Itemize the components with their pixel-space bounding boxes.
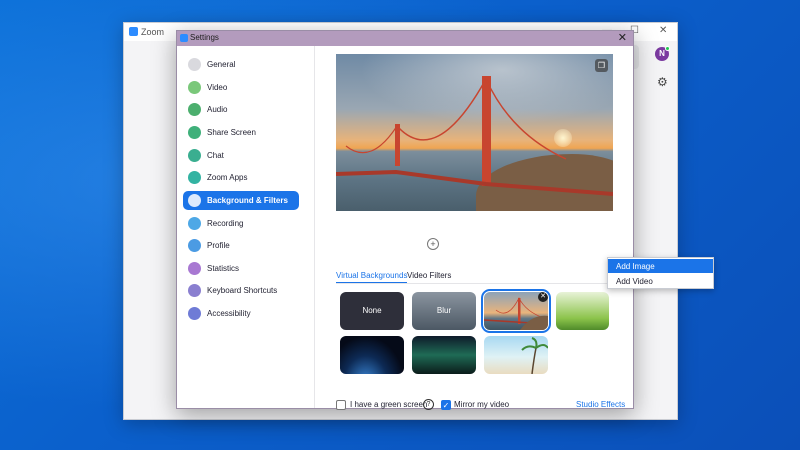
copy-icon[interactable]: ❐ xyxy=(595,59,608,72)
settings-title: Settings xyxy=(190,33,219,42)
sidebar-item-label: Statistics xyxy=(207,264,240,273)
sidebar-item-label: Profile xyxy=(207,241,230,250)
chat-icon xyxy=(188,149,201,162)
zoom-logo-icon xyxy=(180,34,188,42)
background-beach[interactable] xyxy=(484,336,548,374)
statistics-icon xyxy=(188,262,201,275)
video-preview: ❐ xyxy=(336,54,613,211)
sidebar-item-label: Chat xyxy=(207,151,224,160)
background-grass[interactable] xyxy=(556,292,609,330)
accessibility-icon xyxy=(188,307,201,320)
sidebar-item-label: Zoom Apps xyxy=(207,173,248,182)
sidebar-item-recording[interactable]: Recording xyxy=(183,214,299,233)
background-earth[interactable] xyxy=(340,336,404,374)
settings-close-button[interactable]: ✕ xyxy=(618,31,627,46)
gear-icon xyxy=(188,58,201,71)
settings-dialog: Settings ✕ General Video Audio Share Screen… xyxy=(176,30,634,410)
status-dot-icon xyxy=(665,46,670,51)
background-tabs: Virtual Backgrounds Video Filters xyxy=(336,270,613,284)
sidebar-item-background-filters[interactable]: Background & Filters xyxy=(183,191,299,210)
sidebar-item-label: Accessibility xyxy=(207,309,251,318)
bridge-cables xyxy=(336,78,613,196)
menu-item-add-image[interactable]: Add Image xyxy=(608,259,713,273)
sidebar-item-label: Video xyxy=(207,83,228,92)
palm-thumb-art xyxy=(521,337,548,374)
sidebar-item-zoom-apps[interactable]: Zoom Apps xyxy=(183,168,299,187)
main-close-button[interactable]: ✕ xyxy=(659,25,667,36)
zoom-logo-icon xyxy=(129,27,138,36)
sidebar-item-general[interactable]: General xyxy=(183,55,299,74)
keyboard-icon xyxy=(188,284,201,297)
menu-item-label: Add Video xyxy=(616,277,653,286)
menu-item-add-video[interactable]: Add Video xyxy=(608,274,713,288)
sidebar-item-label: Share Screen xyxy=(207,128,256,137)
info-icon[interactable]: ? xyxy=(423,399,434,410)
sidebar-item-label: Background & Filters xyxy=(207,196,288,205)
remove-background-icon[interactable]: ✕ xyxy=(538,292,548,302)
tab-video-filters[interactable]: Video Filters xyxy=(407,271,451,280)
sidebar-item-video[interactable]: Video xyxy=(183,78,299,97)
video-icon xyxy=(188,81,201,94)
settings-footer: I have a green screen ? ✓ Mirror my vide… xyxy=(336,399,626,413)
sidebar-item-accessibility[interactable]: Accessibility xyxy=(183,304,299,323)
settings-titlebar: Settings ✕ xyxy=(177,31,633,46)
sidebar-item-statistics[interactable]: Statistics xyxy=(183,259,299,278)
profile-icon xyxy=(188,239,201,252)
mirror-video-label: Mirror my video xyxy=(454,400,510,409)
background-icon xyxy=(188,194,201,207)
background-golden-gate[interactable]: ✕ xyxy=(481,289,551,333)
sidebar-item-audio[interactable]: Audio xyxy=(183,100,299,119)
green-screen-checkbox[interactable] xyxy=(336,400,346,410)
mirror-video-checkbox[interactable]: ✓ xyxy=(441,400,451,410)
green-screen-label: I have a green screen xyxy=(350,400,428,409)
main-window-title: Zoom xyxy=(141,27,165,37)
sidebar-item-chat[interactable]: Chat xyxy=(183,146,299,165)
recording-icon xyxy=(188,217,201,230)
background-none[interactable]: None xyxy=(340,292,404,330)
sidebar-item-profile[interactable]: Profile xyxy=(183,236,299,255)
sidebar-item-keyboard-shortcuts[interactable]: Keyboard Shortcuts xyxy=(183,281,299,300)
sidebar-item-label: Audio xyxy=(207,105,228,114)
background-aurora[interactable] xyxy=(412,336,476,374)
apps-icon xyxy=(188,171,201,184)
add-background-button[interactable]: + xyxy=(427,238,439,250)
share-screen-icon xyxy=(188,126,201,139)
tab-virtual-backgrounds[interactable]: Virtual Backgrounds xyxy=(336,271,408,283)
add-background-menu: Add Image Add Video xyxy=(607,257,714,289)
studio-effects-link[interactable]: Studio Effects xyxy=(576,400,625,409)
settings-sidebar: General Video Audio Share Screen Chat Zoom Ap… xyxy=(177,46,315,408)
sidebar-item-share-screen[interactable]: Share Screen xyxy=(183,123,299,142)
background-blur[interactable]: Blur xyxy=(412,292,476,330)
sidebar-item-label: Keyboard Shortcuts xyxy=(207,286,278,295)
settings-gear-icon[interactable]: ⚙ xyxy=(657,75,668,89)
settings-content: ❐ Virtual Backgrounds Video Filters None… xyxy=(316,46,633,410)
sidebar-item-label: General xyxy=(207,60,236,69)
sidebar-item-label: Recording xyxy=(207,219,244,228)
headphones-icon xyxy=(188,103,201,116)
menu-item-label: Add Image xyxy=(616,262,655,271)
